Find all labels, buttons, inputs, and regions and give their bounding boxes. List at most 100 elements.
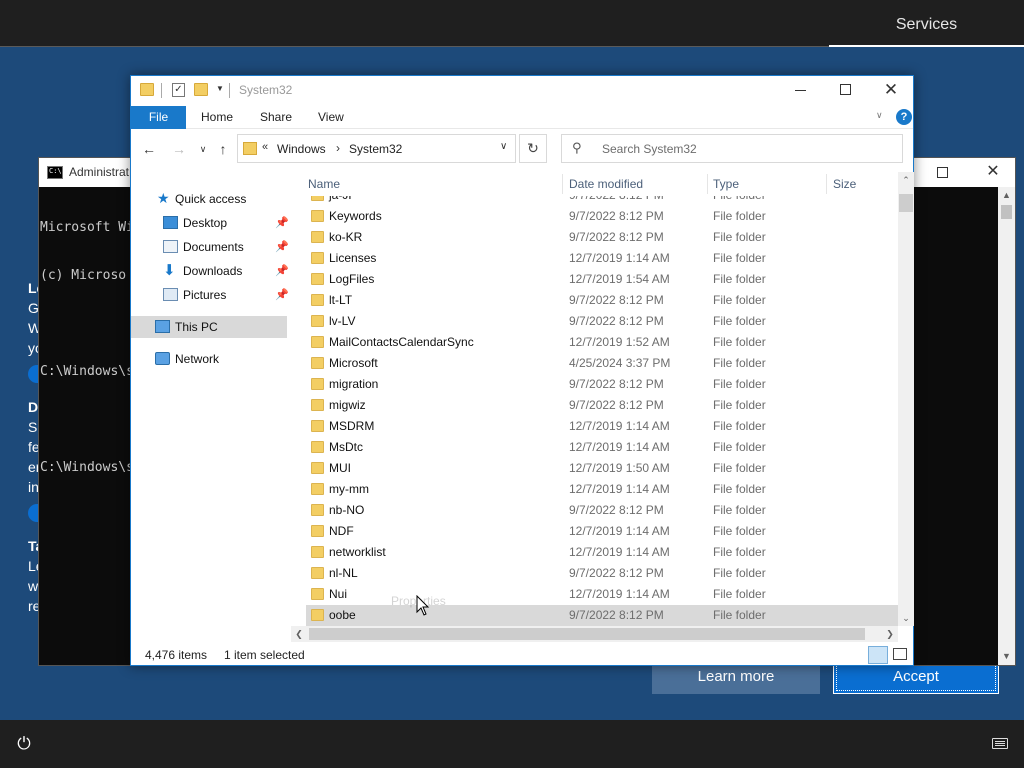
scroll-down-icon[interactable]: ⌄ (898, 610, 914, 626)
services-tab[interactable]: Services (829, 0, 1024, 47)
column-divider[interactable] (826, 174, 827, 194)
file-explorer-window[interactable]: ✓ ▼ System32 ✕ File Home Share View ∨ ? … (130, 75, 914, 666)
pin-icon[interactable]: 📌 (275, 212, 289, 234)
scroll-up-icon[interactable]: ▲ (998, 187, 1015, 204)
nav-documents[interactable]: Documents 📌 (131, 236, 289, 258)
explorer-titlebar[interactable]: ✓ ▼ System32 ✕ (131, 76, 913, 105)
up-icon[interactable]: ↑ (215, 141, 231, 157)
maximize-icon[interactable] (937, 167, 948, 178)
file-row[interactable]: MsDtc 12/7/2019 1:14 AM File folder (306, 437, 898, 458)
scroll-thumb[interactable] (1001, 205, 1012, 219)
tab-view[interactable]: View (318, 106, 344, 129)
nav-desktop[interactable]: Desktop 📌 (131, 212, 289, 234)
cmd-scrollbar[interactable]: ▲ ▼ (998, 187, 1015, 665)
vertical-scrollbar[interactable]: ⌃ ⌄ (898, 172, 914, 626)
help-icon[interactable]: ? (896, 109, 912, 125)
back-icon[interactable]: ← (141, 141, 157, 157)
recent-locations-icon[interactable]: ∨ (195, 141, 211, 157)
tab-home[interactable]: Home (201, 106, 233, 129)
keyboard-icon[interactable] (992, 738, 1008, 749)
file-date: 12/7/2019 1:14 AM (569, 251, 670, 265)
file-row[interactable]: Licenses 12/7/2019 1:14 AM File folder (306, 248, 898, 269)
search-input[interactable]: ⚲ Search System32 (561, 134, 903, 163)
ribbon-tabs: File Home Share View ∨ ? (131, 106, 913, 129)
file-row[interactable]: LogFiles 12/7/2019 1:54 AM File folder (306, 269, 898, 290)
close-icon[interactable]: ✕ (881, 79, 901, 101)
chevron-right-icon[interactable]: › (336, 141, 340, 155)
file-row[interactable]: ko-KR 9/7/2022 8:12 PM File folder (306, 227, 898, 248)
file-row[interactable]: MSDRM 12/7/2019 1:14 AM File folder (306, 416, 898, 437)
file-type: File folder (713, 314, 766, 328)
large-icons-view-icon[interactable] (893, 648, 907, 660)
scroll-thumb[interactable] (899, 194, 913, 212)
scroll-left-icon[interactable]: ❮ (291, 626, 307, 642)
scroll-up-icon[interactable]: ⌃ (898, 172, 914, 188)
horizontal-scrollbar[interactable]: ❮ ❯ (291, 626, 898, 642)
nav-quick-access[interactable]: ★ Quick access (131, 188, 287, 210)
chevron-left-icon[interactable]: « (262, 141, 268, 153)
refresh-icon[interactable]: ↻ (519, 134, 547, 163)
file-list[interactable]: ja-JP9/7/2022 8:12 PMFile folderKeywords… (306, 172, 912, 628)
scroll-thumb[interactable] (309, 628, 865, 640)
maximize-icon[interactable] (840, 84, 851, 95)
column-divider[interactable] (707, 174, 708, 194)
file-type: File folder (713, 482, 766, 496)
nav-network[interactable]: Network (131, 348, 287, 370)
forward-icon[interactable]: → (171, 141, 187, 157)
file-rows: ja-JP9/7/2022 8:12 PMFile folderKeywords… (306, 185, 898, 626)
file-row[interactable]: migration 9/7/2022 8:12 PM File folder (306, 374, 898, 395)
breadcrumb-system32[interactable]: System32 (349, 142, 402, 156)
scroll-down-icon[interactable]: ▼ (998, 648, 1015, 665)
file-row[interactable]: migwiz 9/7/2022 8:12 PM File folder (306, 395, 898, 416)
pin-icon[interactable]: 📌 (275, 260, 289, 282)
tab-share[interactable]: Share (260, 106, 292, 129)
accept-button[interactable]: Accept (833, 662, 999, 694)
new-folder-icon[interactable] (194, 83, 208, 96)
chevron-down-icon[interactable]: ∨ (876, 110, 883, 121)
nav-this-pc[interactable]: This PC (131, 316, 287, 338)
file-row[interactable]: my-mm 12/7/2019 1:14 AM File folder (306, 479, 898, 500)
file-date: 9/7/2022 8:12 PM (569, 398, 664, 412)
column-header-name[interactable]: Name (308, 177, 340, 191)
nav-pictures[interactable]: Pictures 📌 (131, 284, 289, 306)
file-row[interactable]: NDF 12/7/2019 1:14 AM File folder (306, 521, 898, 542)
file-type: File folder (713, 377, 766, 391)
address-bar[interactable]: « Windows › System32 ∨ (237, 134, 516, 163)
nav-downloads[interactable]: ⬇ Downloads 📌 (131, 260, 289, 282)
file-row[interactable]: oobe 9/7/2022 8:12 PM File folder (306, 605, 898, 626)
file-row[interactable]: lt-LT 9/7/2022 8:12 PM File folder (306, 290, 898, 311)
file-row[interactable]: networklist 12/7/2019 1:14 AM File folder (306, 542, 898, 563)
chevron-down-icon[interactable]: ▼ (216, 84, 224, 93)
file-date: 9/7/2022 8:12 PM (569, 314, 664, 328)
pictures-icon (163, 288, 178, 301)
file-row[interactable]: Microsoft 4/25/2024 3:37 PM File folder (306, 353, 898, 374)
ease-of-access-icon[interactable]: ⏻ (14, 734, 34, 754)
file-type: File folder (713, 608, 766, 622)
file-date: 9/7/2022 8:12 PM (569, 293, 664, 307)
item-count: 4,476 items (145, 648, 208, 662)
file-row[interactable]: nl-NL 9/7/2022 8:12 PM File folder (306, 563, 898, 584)
tab-file[interactable]: File (131, 106, 186, 129)
properties-icon[interactable]: ✓ (172, 83, 185, 97)
file-row[interactable]: nb-NO 9/7/2022 8:12 PM File folder (306, 500, 898, 521)
column-header-size[interactable]: Size (833, 177, 856, 191)
learn-more-button[interactable]: Learn more (652, 662, 820, 694)
close-icon[interactable]: ✕ (983, 162, 1003, 182)
file-row[interactable]: Keywords 9/7/2022 8:12 PM File folder (306, 206, 898, 227)
pin-icon[interactable]: 📌 (275, 236, 289, 258)
breadcrumb-windows[interactable]: Windows (277, 142, 326, 156)
file-row[interactable]: MailContactsCalendarSync 12/7/2019 1:52 A… (306, 332, 898, 353)
file-row[interactable]: lv-LV 9/7/2022 8:12 PM File folder (306, 311, 898, 332)
minimize-icon[interactable] (795, 90, 806, 91)
scroll-right-icon[interactable]: ❯ (882, 626, 898, 642)
pin-icon[interactable]: 📌 (275, 284, 289, 306)
window-title: System32 (239, 83, 293, 97)
column-divider[interactable] (562, 174, 563, 194)
folder-icon (311, 609, 324, 621)
column-header-type[interactable]: Type (713, 177, 739, 191)
details-view-icon[interactable] (868, 646, 888, 664)
file-name: networklist (329, 545, 386, 559)
file-row[interactable]: MUI 12/7/2019 1:50 AM File folder (306, 458, 898, 479)
column-header-date[interactable]: Date modified (569, 177, 643, 191)
chevron-down-icon[interactable]: ∨ (500, 141, 507, 152)
